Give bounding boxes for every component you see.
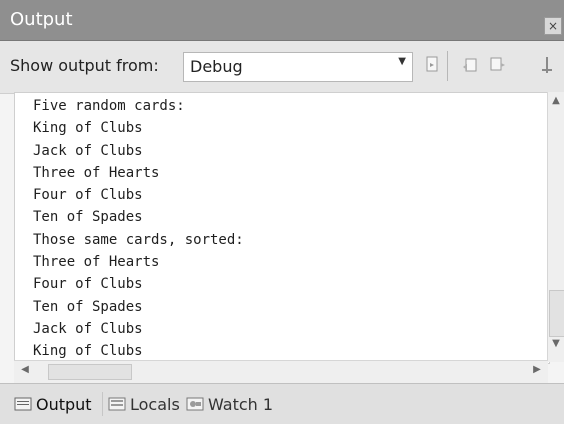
- scroll-right-icon[interactable]: ▶: [530, 364, 544, 378]
- output-line: Four of Clubs: [33, 187, 143, 204]
- output-line: Ten of Spades: [33, 298, 143, 315]
- output-line: Jack of Clubs: [33, 142, 143, 159]
- close-button[interactable]: ×: [544, 17, 562, 35]
- window-title-bar: Output ×: [0, 0, 564, 41]
- chevron-down-icon[interactable]: ▼: [398, 56, 406, 67]
- output-line: Four of Clubs: [33, 276, 143, 293]
- go-to-previous-message-icon[interactable]: [458, 53, 482, 77]
- output-line: Three of Hearts: [33, 164, 160, 181]
- clear-all-icon[interactable]: [486, 53, 510, 77]
- tab-output-label: Output: [36, 394, 92, 414]
- horizontal-scrollbar[interactable]: ◀ ▶: [14, 360, 548, 383]
- locals-icon: [108, 397, 126, 411]
- toolbar-divider: [447, 51, 448, 81]
- vertical-scroll-thumb[interactable]: [549, 290, 564, 337]
- output-source-dropdown[interactable]: Debug ▼: [183, 52, 413, 82]
- output-line: Those same cards, sorted:: [33, 231, 244, 248]
- scroll-down-icon[interactable]: ▼: [549, 338, 563, 352]
- word-wrap-icon[interactable]: [536, 53, 560, 77]
- output-line: King of Clubs: [33, 120, 143, 137]
- tab-watch[interactable]: Watch 1: [186, 392, 273, 416]
- tab-locals[interactable]: Locals: [108, 392, 180, 416]
- output-source-value: Debug: [190, 57, 243, 76]
- output-line: Five random cards:: [33, 98, 185, 114]
- tab-output[interactable]: Output: [14, 392, 92, 416]
- output-line: Ten of Spades: [33, 209, 143, 226]
- show-output-from-label: Show output from:: [10, 56, 159, 75]
- tab-locals-label: Locals: [130, 394, 180, 414]
- output-line: Jack of Clubs: [33, 320, 143, 337]
- tab-watch-label: Watch 1: [208, 394, 274, 414]
- window-title: Output: [10, 9, 73, 30]
- scroll-up-icon[interactable]: ▲: [549, 95, 563, 109]
- watch-icon: [186, 397, 204, 411]
- toolbar: Show output from: Debug ▼: [0, 41, 564, 94]
- output-lines: Five random cards: King of Clubs Jack of…: [33, 95, 244, 363]
- tab-separator: [102, 392, 103, 416]
- bottom-tab-strip: Output Locals Watch 1: [0, 383, 564, 424]
- horizontal-scroll-thumb[interactable]: [48, 364, 132, 380]
- go-to-next-message-icon[interactable]: [421, 53, 445, 77]
- output-line: Three of Hearts: [33, 254, 160, 271]
- vertical-scrollbar[interactable]: ▲ ▼: [547, 92, 564, 362]
- output-icon: [14, 397, 32, 411]
- output-text-area[interactable]: Five random cards: King of Clubs Jack of…: [14, 92, 550, 364]
- scroll-left-icon[interactable]: ◀: [18, 364, 32, 378]
